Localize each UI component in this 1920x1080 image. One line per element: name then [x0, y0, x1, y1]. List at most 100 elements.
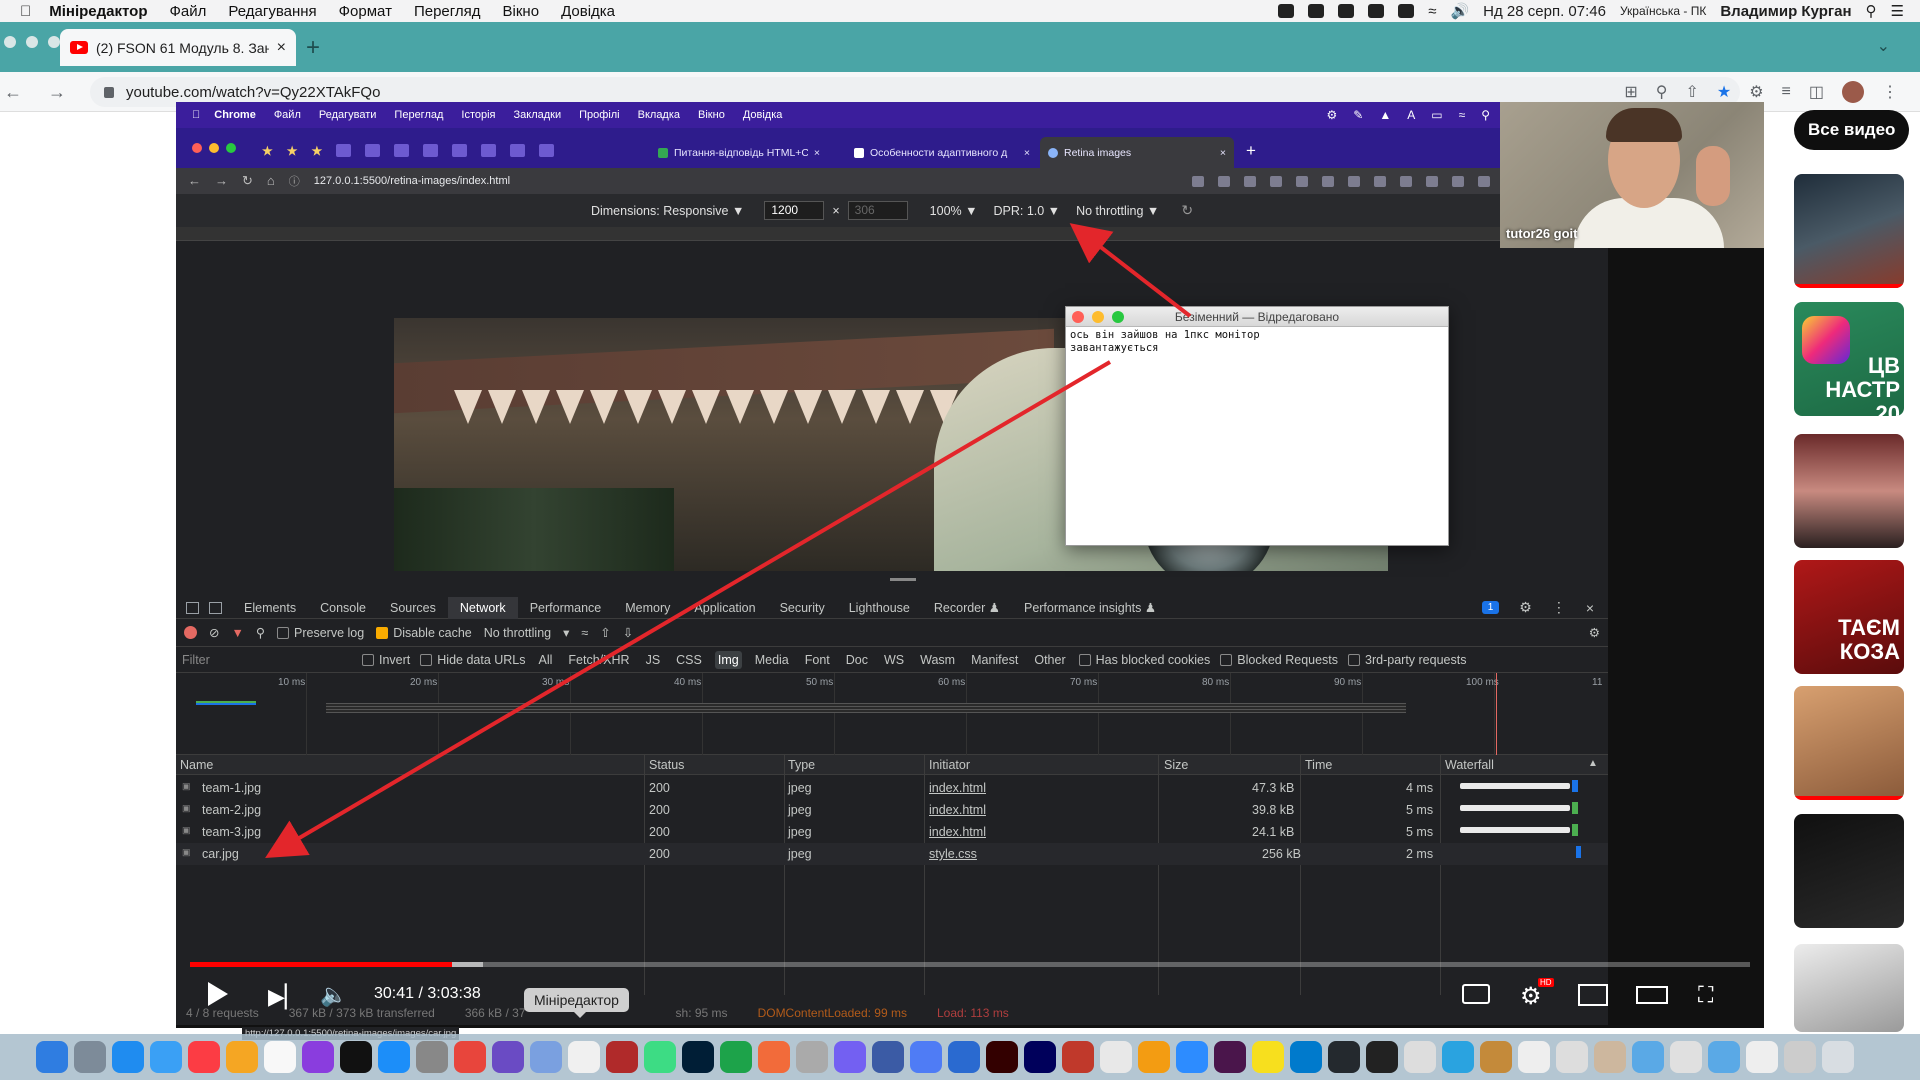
- video-thumbnail[interactable]: [1794, 686, 1904, 800]
- lock-icon[interactable]: [104, 86, 114, 98]
- video-thumbnail[interactable]: [1794, 174, 1904, 288]
- subtitles-button[interactable]: [1462, 984, 1490, 1004]
- menu-view[interactable]: Перегляд: [414, 3, 481, 20]
- acrobat-icon[interactable]: [1062, 1041, 1094, 1073]
- music-icon[interactable]: [188, 1041, 220, 1073]
- new-tab-button[interactable]: +: [306, 34, 320, 62]
- after-effects-icon[interactable]: [1024, 1041, 1056, 1073]
- trash-icon[interactable]: [1822, 1041, 1854, 1073]
- share-icon[interactable]: ⇧: [1685, 82, 1698, 102]
- menubar-datetime[interactable]: Нд 28 серп. 07:46: [1483, 3, 1606, 20]
- telegram-icon[interactable]: [1442, 1041, 1474, 1073]
- finder-icon[interactable]: [36, 1041, 68, 1073]
- spotlight-icon[interactable]: ⚲: [1866, 2, 1877, 20]
- terminal-icon[interactable]: [1366, 1041, 1398, 1073]
- photos-icon[interactable]: [226, 1041, 258, 1073]
- slack-icon[interactable]: [1214, 1041, 1246, 1073]
- folder-icon[interactable]: [1708, 1041, 1740, 1073]
- document-icon[interactable]: [1746, 1041, 1778, 1073]
- miniplayer-button[interactable]: [1578, 984, 1608, 1006]
- document-icon[interactable]: [1556, 1041, 1588, 1073]
- status-app-icon[interactable]: [1338, 4, 1355, 18]
- chrome-icon[interactable]: [454, 1041, 486, 1073]
- volume-button[interactable]: 🔈: [320, 982, 347, 1008]
- git-app-icon[interactable]: [606, 1041, 638, 1073]
- chrome-menu-icon[interactable]: ⋮: [1882, 82, 1898, 102]
- podcasts-icon[interactable]: [302, 1041, 334, 1073]
- video-app-icon[interactable]: [492, 1041, 524, 1073]
- video-thumbnail[interactable]: [1794, 944, 1904, 1032]
- status-app-icon[interactable]: [1278, 4, 1295, 18]
- folder-icon[interactable]: [1632, 1041, 1664, 1073]
- orange-app-icon[interactable]: [758, 1041, 790, 1073]
- document-icon[interactable]: [1784, 1041, 1816, 1073]
- notes-icon[interactable]: [264, 1041, 296, 1073]
- reading-list-icon[interactable]: ≡: [1782, 83, 1791, 101]
- battery-icon[interactable]: [1398, 4, 1415, 18]
- status-app-icon[interactable]: [1308, 4, 1325, 18]
- calculator-icon[interactable]: [872, 1041, 904, 1073]
- system-settings-icon[interactable]: [416, 1041, 448, 1073]
- status-app-icon[interactable]: [1368, 4, 1385, 18]
- menu-format[interactable]: Формат: [339, 3, 392, 20]
- illustrator-icon[interactable]: [986, 1041, 1018, 1073]
- archive-icon[interactable]: [1594, 1041, 1626, 1073]
- textedit-icon[interactable]: [568, 1041, 600, 1073]
- app-store-icon[interactable]: [378, 1041, 410, 1073]
- preview-icon[interactable]: [530, 1041, 562, 1073]
- zoom-window-button[interactable]: [48, 36, 60, 48]
- menubar-user[interactable]: Владимир Курган: [1720, 3, 1851, 20]
- close-tab-icon[interactable]: ×: [277, 39, 286, 57]
- tab-search-icon[interactable]: ⌄: [1877, 36, 1890, 56]
- minimize-window-button[interactable]: [26, 36, 38, 48]
- zoom-app-icon[interactable]: [1176, 1041, 1208, 1073]
- fullscreen-button[interactable]: ⛶: [1698, 982, 1713, 1008]
- apple-tv-icon[interactable]: [340, 1041, 372, 1073]
- android-icon[interactable]: [644, 1041, 676, 1073]
- menu-file[interactable]: Файл: [170, 3, 207, 20]
- document-icon[interactable]: [1670, 1041, 1702, 1073]
- launchpad-icon[interactable]: [74, 1041, 106, 1073]
- safari-icon[interactable]: [112, 1041, 144, 1073]
- side-panel-icon[interactable]: ◫: [1809, 82, 1824, 102]
- bookmark-star-icon[interactable]: ★: [1717, 82, 1731, 102]
- tool-app-icon[interactable]: [796, 1041, 828, 1073]
- github-icon[interactable]: [1328, 1041, 1360, 1073]
- menu-edit[interactable]: Редагування: [228, 3, 316, 20]
- control-center-icon[interactable]: ☰: [1891, 2, 1904, 20]
- blue-app-icon[interactable]: [910, 1041, 942, 1073]
- play-button[interactable]: [208, 982, 228, 1006]
- file-app-icon[interactable]: [1404, 1041, 1436, 1073]
- green-app-icon[interactable]: [720, 1041, 752, 1073]
- vscode-icon[interactable]: [1290, 1041, 1322, 1073]
- viber-icon[interactable]: [834, 1041, 866, 1073]
- search-app-icon[interactable]: [948, 1041, 980, 1073]
- video-thumbnail[interactable]: ТАЄМ КОЗА: [1794, 560, 1904, 674]
- forward-icon[interactable]: →: [48, 82, 66, 103]
- menu-window[interactable]: Вікно: [503, 3, 540, 20]
- close-window-button[interactable]: [4, 36, 16, 48]
- dictionary-icon[interactable]: [1100, 1041, 1132, 1073]
- photoshop-icon[interactable]: [682, 1041, 714, 1073]
- apple-icon[interactable]: : [20, 3, 31, 20]
- books-icon[interactable]: [1138, 1041, 1170, 1073]
- menu-app-name[interactable]: Мініредактор: [49, 3, 147, 20]
- keyboard-layout[interactable]: Українська - ПК: [1620, 4, 1706, 18]
- guitar-app-icon[interactable]: [1480, 1041, 1512, 1073]
- document-icon[interactable]: [1518, 1041, 1550, 1073]
- video-progress-bar[interactable]: [190, 962, 1750, 967]
- pencil-app-icon[interactable]: [1252, 1041, 1284, 1073]
- next-button[interactable]: ▶▏: [268, 984, 302, 1010]
- wifi-icon[interactable]: ≈: [1428, 3, 1436, 20]
- all-videos-chip[interactable]: Все видео: [1794, 110, 1910, 150]
- messages-icon[interactable]: [150, 1041, 182, 1073]
- video-thumbnail[interactable]: [1794, 434, 1904, 548]
- theater-mode-button[interactable]: [1636, 986, 1668, 1004]
- video-thumbnail[interactable]: [1794, 814, 1904, 928]
- menu-help[interactable]: Довідка: [561, 3, 615, 20]
- video-thumbnail[interactable]: ЦВ НАСТР 20: [1794, 302, 1904, 416]
- volume-icon[interactable]: 🔊: [1450, 2, 1469, 20]
- outer-tab-youtube[interactable]: (2) FSON 61 Модуль 8. Заняття ×: [60, 29, 296, 66]
- back-icon[interactable]: ←: [4, 82, 22, 103]
- extensions-icon[interactable]: ⚙: [1749, 82, 1763, 102]
